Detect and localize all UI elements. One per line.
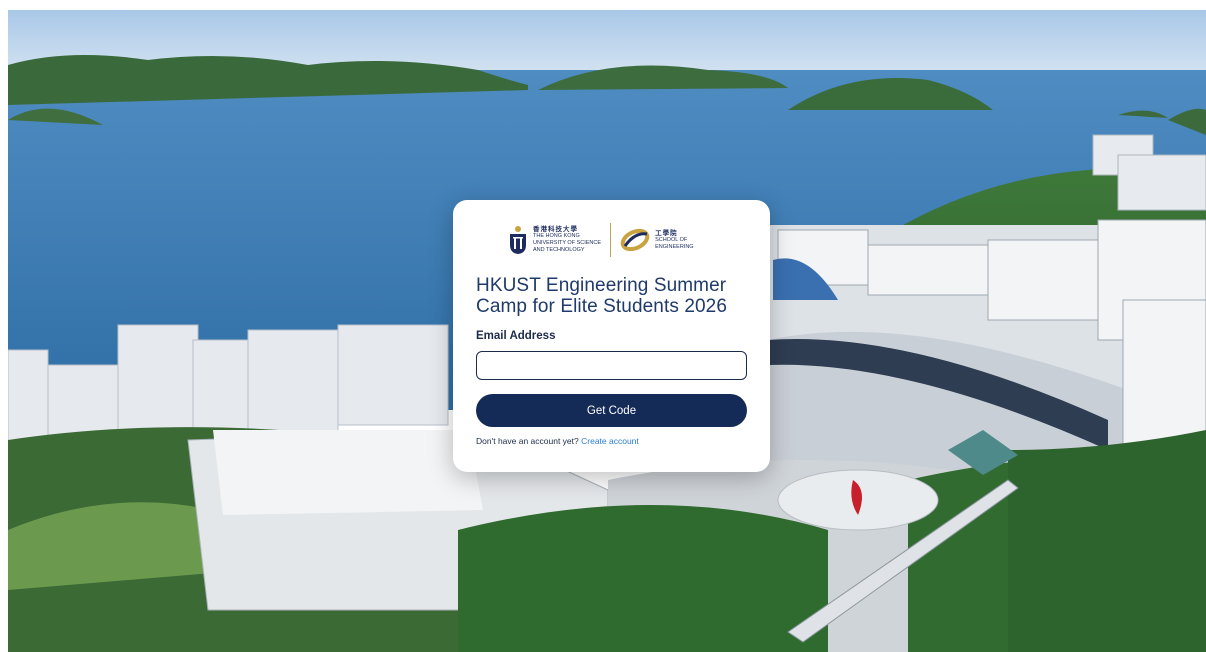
no-account-text: Don't have an account yet? (476, 436, 579, 446)
school-name-line2: ENGINEERING (655, 243, 694, 250)
logo-row: 香港科技大學 THE HONG KONG UNIVERSITY OF SCIEN… (509, 220, 719, 260)
hkust-name-line2: UNIVERSITY OF SCIENCE (533, 240, 602, 246)
page-title: HKUST Engineering Summer Camp for Elite … (476, 275, 727, 317)
hkust-wordmark: 香港科技大學 THE HONG KONG UNIVERSITY OF SCIEN… (533, 226, 601, 254)
school-name-chinese: 工學院 (655, 229, 678, 237)
school-name-line1: SCHOOL OF (655, 236, 688, 243)
email-field[interactable] (476, 351, 747, 380)
school-wordmark: 工學院 SCHOOL OF ENGINEERING (655, 230, 694, 251)
email-label: Email Address (476, 330, 556, 342)
create-account-link[interactable]: Create account (581, 436, 639, 446)
hkust-crest-icon (510, 226, 526, 254)
login-card: 香港科技大學 THE HONG KONG UNIVERSITY OF SCIEN… (453, 200, 770, 472)
hkust-name-line1: THE HONG KONG (533, 233, 580, 239)
hkust-logo: 香港科技大學 THE HONG KONG UNIVERSITY OF SCIEN… (509, 225, 601, 255)
hkust-name-chinese: 香港科技大學 (533, 226, 578, 233)
signup-prompt: Don't have an account yet? Create accoun… (476, 436, 639, 446)
logo-divider (610, 223, 612, 257)
engineering-swoosh-icon (620, 228, 650, 252)
school-of-engineering-logo: 工學院 SCHOOL OF ENGINEERING (620, 228, 694, 252)
get-code-button[interactable]: Get Code (476, 394, 747, 427)
hkust-name-line3: AND TECHNOLOGY (533, 247, 585, 253)
